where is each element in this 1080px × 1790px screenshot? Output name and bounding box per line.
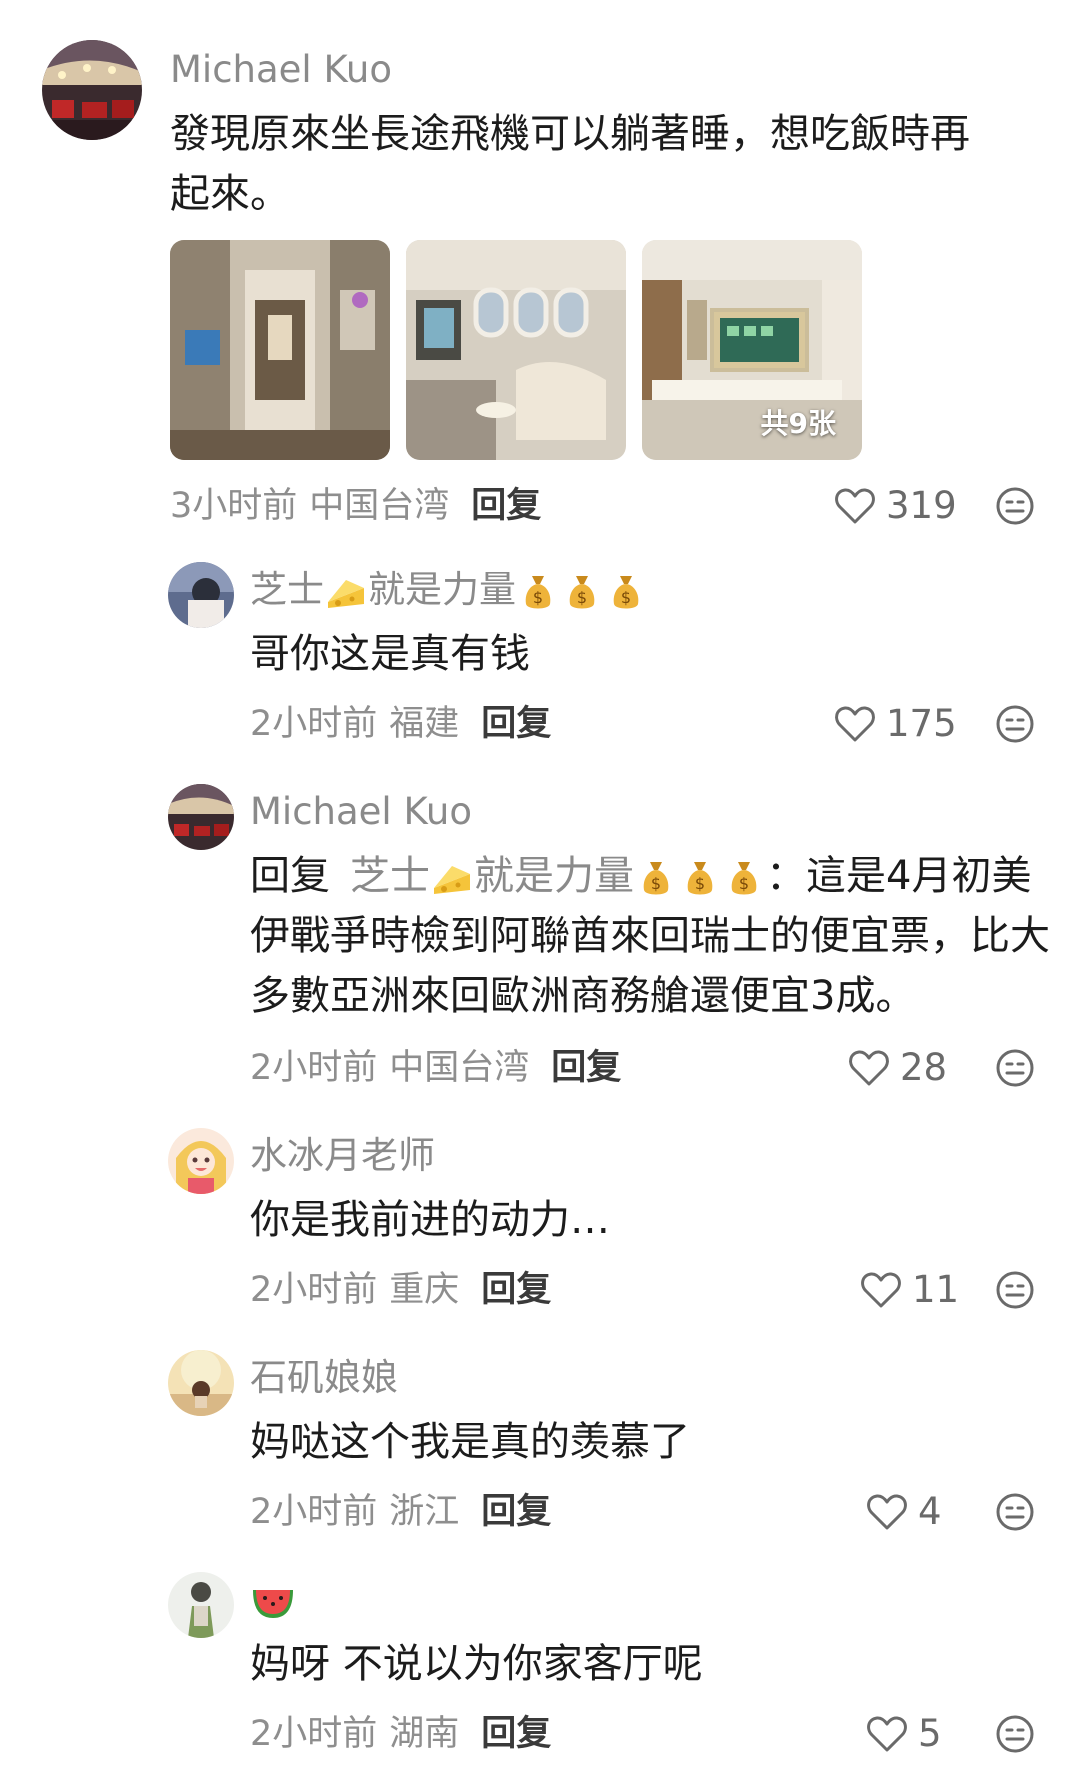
reply-button[interactable]: 回复 bbox=[481, 704, 551, 744]
timestamp: 2小时前 bbox=[250, 1492, 378, 1532]
heart-outline-icon bbox=[861, 1272, 901, 1308]
comment-meta: 2小时前 重庆 回复 bbox=[250, 1268, 551, 1312]
comment-text: 妈呀 不说以为你家客厅呢 bbox=[250, 1641, 703, 1687]
username[interactable]: 水冰月老师 bbox=[250, 1134, 435, 1178]
username[interactable]: 石矶娘娘 bbox=[250, 1356, 398, 1400]
reply-button[interactable]: 回复 bbox=[471, 486, 541, 526]
username[interactable]: Michael Kuo bbox=[170, 48, 392, 92]
money-bag-icon: $ bbox=[687, 862, 713, 895]
svg-text:$: $ bbox=[621, 588, 631, 607]
location: 湖南 bbox=[389, 1714, 460, 1754]
timestamp: 3小时前 bbox=[170, 486, 298, 526]
svg-text:$: $ bbox=[577, 588, 587, 607]
comment-meta: 2小时前 中国台湾 回复 bbox=[250, 1046, 621, 1090]
like-button[interactable]: 319 bbox=[834, 484, 957, 528]
money-bag-icon: $ bbox=[569, 575, 595, 608]
heart-outline-icon bbox=[835, 706, 875, 742]
reply-button[interactable]: 回复 bbox=[481, 1270, 551, 1310]
watermelon-icon bbox=[253, 1589, 293, 1618]
like-button[interactable]: 28 bbox=[848, 1046, 947, 1090]
reply-prefix: 回复 bbox=[250, 853, 330, 899]
first-class-seat-photo[interactable] bbox=[406, 240, 626, 460]
svg-text:$: $ bbox=[739, 874, 749, 893]
comment-text-line: 這是4月初美 bbox=[806, 853, 1032, 899]
heart-outline-icon bbox=[867, 1494, 907, 1530]
avatar[interactable] bbox=[168, 1128, 234, 1194]
avatar[interactable] bbox=[168, 562, 234, 628]
comment-text: 你是我前进的动力… bbox=[250, 1197, 610, 1243]
avatar[interactable] bbox=[42, 40, 142, 140]
comment-text: 發現原來坐長途飛機可以躺著睡，想吃飯時再起來。 bbox=[170, 111, 970, 217]
heart-outline-icon bbox=[835, 488, 875, 524]
money-bag-icon: $ bbox=[525, 575, 551, 608]
avatar[interactable] bbox=[168, 1572, 234, 1638]
like-button[interactable]: 175 bbox=[834, 702, 957, 746]
money-bag-icon: $ bbox=[613, 575, 639, 608]
timestamp: 2小时前 bbox=[250, 704, 378, 744]
username[interactable] bbox=[250, 1578, 296, 1622]
suite-screen-photo[interactable]: 共9张 bbox=[642, 240, 862, 460]
location: 中国台湾 bbox=[389, 1048, 530, 1088]
comment-text-line: 多數亞洲來回歐洲商務艙還便宜3成。 bbox=[250, 973, 916, 1019]
avatar[interactable] bbox=[168, 1350, 234, 1416]
comment-text-line: 伊戰爭時檢到阿聯酋來回瑞士的便宜票，比大 bbox=[250, 913, 1050, 959]
smiley-icon[interactable] bbox=[995, 1048, 1035, 1088]
svg-text:$: $ bbox=[533, 588, 543, 607]
smiley-icon[interactable] bbox=[995, 1714, 1035, 1754]
avatar[interactable] bbox=[168, 784, 234, 850]
cheese-icon bbox=[328, 579, 364, 608]
smiley-icon[interactable] bbox=[995, 704, 1035, 744]
svg-text:$: $ bbox=[651, 874, 661, 893]
like-count: 319 bbox=[886, 484, 957, 527]
like-count: 5 bbox=[918, 1712, 942, 1755]
location: 福建 bbox=[389, 704, 460, 744]
cheese-icon bbox=[434, 866, 470, 894]
username[interactable]: 芝士 就是力量 $ $ $ bbox=[250, 568, 648, 614]
reply-button[interactable]: 回复 bbox=[551, 1048, 621, 1088]
like-count: 4 bbox=[918, 1490, 942, 1533]
smiley-icon[interactable] bbox=[995, 1270, 1035, 1310]
timestamp: 2小时前 bbox=[250, 1714, 378, 1754]
like-button[interactable]: 4 bbox=[866, 1490, 942, 1534]
like-count: 28 bbox=[900, 1046, 948, 1089]
photo-count-badge: 共9张 bbox=[760, 407, 836, 440]
like-count: 11 bbox=[912, 1268, 960, 1311]
comment-text: 回复 芝士 就是力量 $ $ $ ：這是4月初美 伊戰爭時檢到阿聯酋來回瑞士的便宜票，比大 … bbox=[250, 846, 1050, 1026]
username[interactable]: Michael Kuo bbox=[250, 790, 472, 834]
reply-target-user[interactable]: 芝士 就是力量 $ $ $ bbox=[350, 853, 766, 899]
comment-meta: 2小时前 福建 回复 bbox=[250, 702, 551, 746]
comment-meta: 2小时前 湖南 回复 bbox=[250, 1712, 551, 1756]
location: 中国台湾 bbox=[309, 486, 450, 526]
like-count: 175 bbox=[886, 702, 957, 745]
smiley-icon[interactable] bbox=[995, 486, 1035, 526]
cabin-aisle-photo[interactable] bbox=[170, 240, 390, 460]
money-bag-icon: $ bbox=[643, 862, 669, 895]
like-button[interactable]: 5 bbox=[866, 1712, 942, 1756]
like-button[interactable]: 11 bbox=[860, 1268, 959, 1312]
location: 浙江 bbox=[389, 1492, 460, 1532]
comment-meta: 2小时前 浙江 回复 bbox=[250, 1490, 551, 1534]
timestamp: 2小时前 bbox=[250, 1048, 378, 1088]
comment-list: Michael Kuo 發現原來坐長途飛機可以躺著睡，想吃飯時再起來。 共9张 … bbox=[0, 0, 1080, 1790]
reply-button[interactable]: 回复 bbox=[481, 1492, 551, 1532]
money-bag-icon: $ bbox=[731, 862, 757, 895]
reply-button[interactable]: 回复 bbox=[481, 1714, 551, 1754]
comment-text: 妈哒这个我是真的羡慕了 bbox=[250, 1419, 690, 1465]
comment-text: 哥你这是真有钱 bbox=[250, 631, 530, 677]
comment-meta: 3小时前 中国台湾 回复 bbox=[170, 484, 541, 528]
heart-outline-icon bbox=[867, 1716, 907, 1752]
location: 重庆 bbox=[389, 1270, 460, 1310]
smiley-icon[interactable] bbox=[995, 1492, 1035, 1532]
heart-outline-icon bbox=[849, 1050, 889, 1086]
photo-strip: 共9张 bbox=[170, 240, 862, 460]
svg-text:$: $ bbox=[695, 874, 705, 893]
timestamp: 2小时前 bbox=[250, 1270, 378, 1310]
